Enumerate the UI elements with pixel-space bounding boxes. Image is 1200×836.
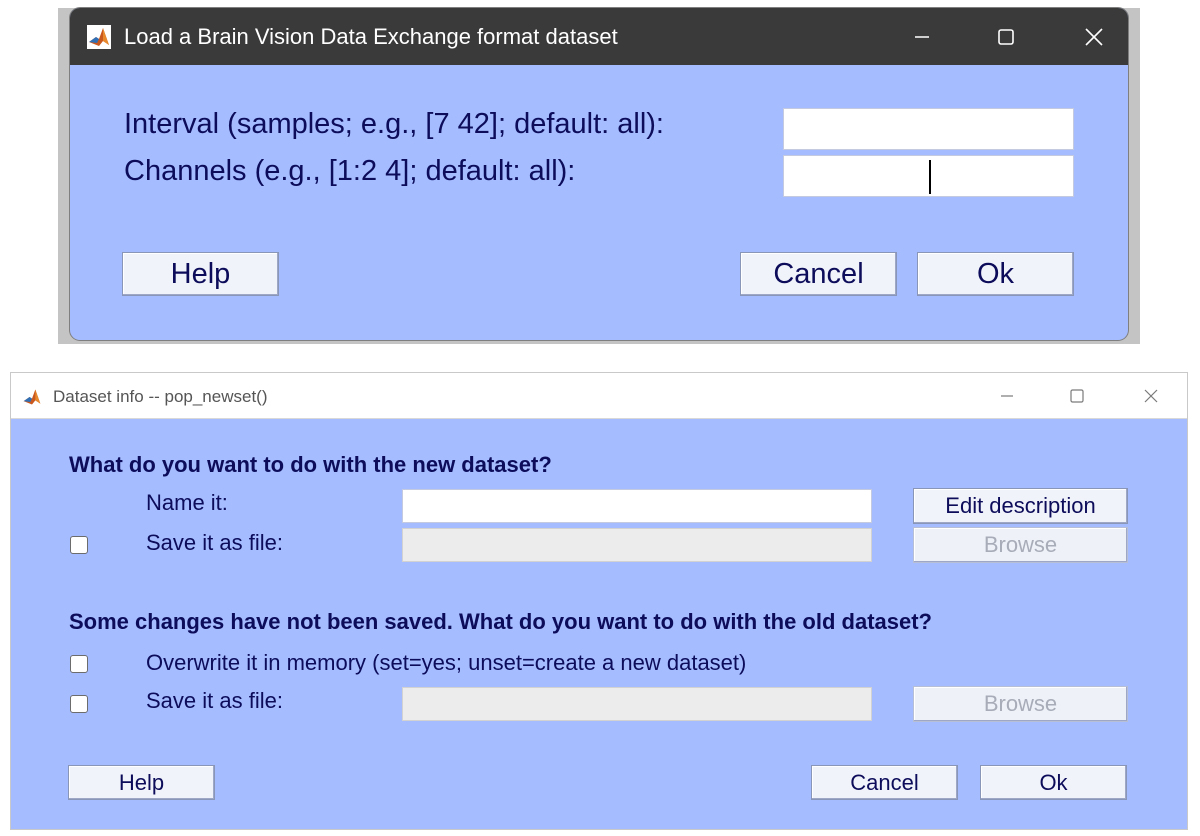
save-new-path-input[interactable]: [402, 528, 872, 562]
brainvision-dialog-backdrop: Load a Brain Vision Data Exchange format…: [58, 8, 1140, 344]
matlab-logo-icon: [22, 387, 42, 407]
dataset-info-dialog: Dataset info -- pop_newset() What do you…: [10, 372, 1188, 830]
save-old-checkbox[interactable]: [70, 695, 88, 713]
window-title: Dataset info -- pop_newset(): [53, 387, 268, 406]
window-title: Load a Brain Vision Data Exchange format…: [124, 24, 618, 49]
browse-old-button[interactable]: Browse: [913, 686, 1128, 722]
maximize-button[interactable]: [976, 8, 1036, 65]
close-button[interactable]: [1064, 8, 1124, 65]
channels-input[interactable]: [783, 155, 1074, 197]
close-button[interactable]: [1115, 373, 1187, 419]
save-old-label: Save it as file:: [146, 688, 283, 713]
save-new-checkbox[interactable]: [70, 536, 88, 554]
name-label: Name it:: [146, 490, 228, 515]
minimize-icon: [1001, 395, 1013, 397]
maximize-button[interactable]: [1041, 373, 1113, 419]
brainvision-dialog: Load a Brain Vision Data Exchange format…: [70, 8, 1128, 340]
channels-label: Channels (e.g., [1:2 4]; default: all):: [124, 155, 576, 187]
close-icon: [1144, 389, 1158, 403]
minimize-button[interactable]: [971, 373, 1043, 419]
ok-button[interactable]: Ok: [917, 252, 1074, 296]
minimize-icon: [915, 35, 929, 38]
old-dataset-heading: Some changes have not been saved. What d…: [69, 609, 932, 634]
overwrite-checkbox[interactable]: [70, 655, 88, 673]
edit-description-button[interactable]: Edit description: [913, 488, 1128, 524]
interval-input[interactable]: [783, 108, 1074, 150]
maximize-icon: [998, 28, 1014, 45]
cancel-button[interactable]: Cancel: [811, 765, 958, 800]
text-cursor: [929, 160, 931, 194]
ok-button[interactable]: Ok: [980, 765, 1127, 800]
matlab-logo-icon: [87, 25, 111, 49]
dataset-info-titlebar[interactable]: Dataset info -- pop_newset(): [11, 373, 1187, 419]
interval-label: Interval (samples; e.g., [7 42]; default…: [124, 108, 664, 140]
maximize-icon: [1070, 389, 1084, 403]
help-button[interactable]: Help: [68, 765, 215, 800]
overwrite-label: Overwrite it in memory (set=yes; unset=c…: [146, 650, 747, 675]
help-button[interactable]: Help: [122, 252, 279, 296]
brainvision-titlebar[interactable]: Load a Brain Vision Data Exchange format…: [70, 8, 1128, 65]
close-icon: [1085, 27, 1103, 46]
minimize-button[interactable]: [892, 8, 952, 65]
name-input[interactable]: [402, 489, 872, 523]
browse-new-button[interactable]: Browse: [913, 527, 1128, 563]
save-old-path-input[interactable]: [402, 687, 872, 721]
cancel-button[interactable]: Cancel: [740, 252, 897, 296]
new-dataset-heading: What do you want to do with the new data…: [69, 452, 552, 477]
save-new-label: Save it as file:: [146, 530, 283, 555]
